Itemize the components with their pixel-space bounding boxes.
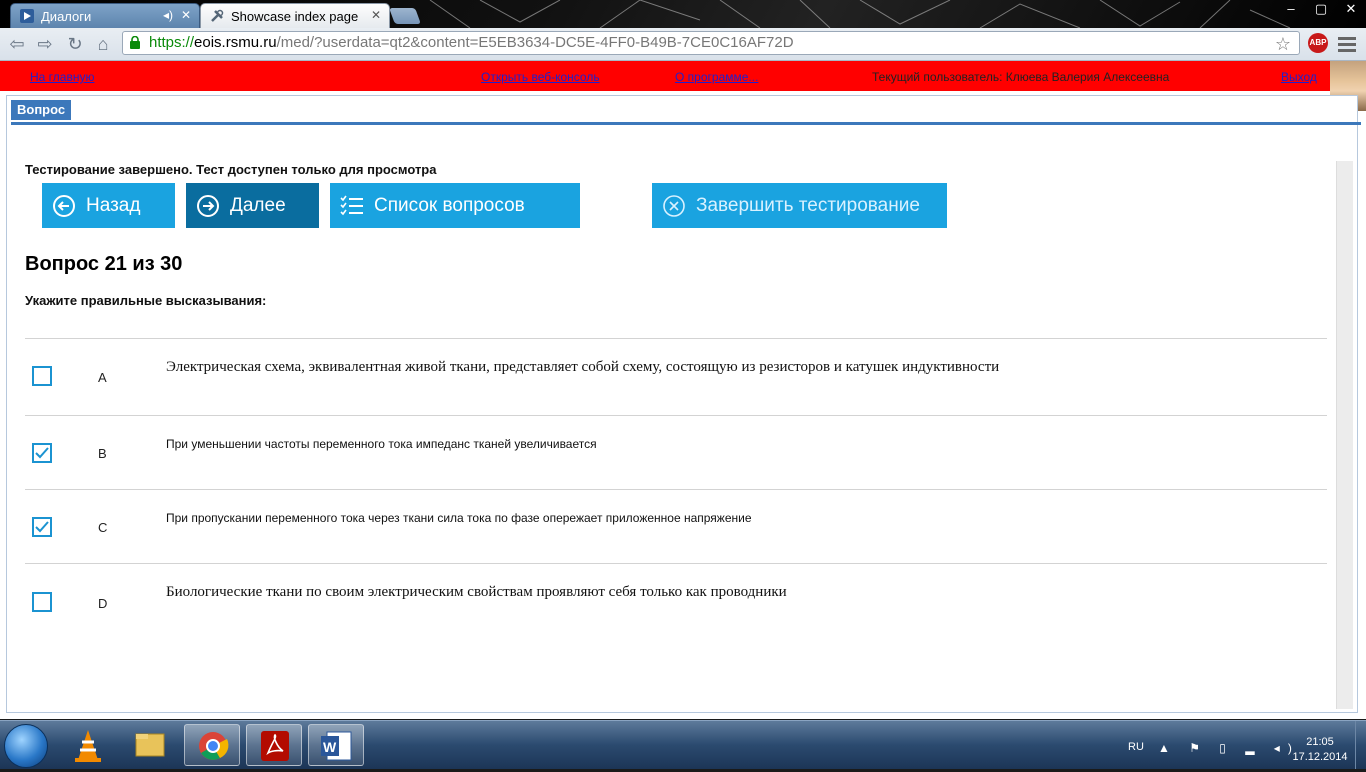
back-button[interactable]: Назад bbox=[42, 183, 175, 228]
arrow-left-circle-icon bbox=[53, 194, 75, 217]
url-path: /med/?userdata=qt2&content=E5EB3634-DC5E… bbox=[276, 34, 794, 51]
file-explorer-icon[interactable] bbox=[122, 724, 178, 766]
checkmark-icon bbox=[35, 521, 49, 533]
url-scheme: https:// bbox=[149, 34, 195, 51]
checkmark-icon bbox=[35, 447, 49, 459]
answer-checkbox-b[interactable] bbox=[32, 443, 52, 463]
answer-text-d: Биологические ткани по своим электрическ… bbox=[166, 584, 787, 600]
svg-text:W: W bbox=[323, 739, 337, 755]
answer-row-c: C При пропускании переменного тока через… bbox=[25, 490, 1327, 562]
browser-menu-icon[interactable] bbox=[1338, 34, 1356, 52]
bookmark-star-icon[interactable]: ☆ bbox=[1275, 33, 1291, 55]
back-button-label: Назад bbox=[86, 194, 141, 216]
finish-testing-button[interactable]: Завершить тестирование bbox=[652, 183, 947, 228]
question-list-button-label: Список вопросов bbox=[374, 194, 525, 216]
logout-link[interactable]: Выход bbox=[1281, 70, 1317, 84]
chrome-icon[interactable] bbox=[184, 724, 240, 766]
word-icon[interactable]: W bbox=[308, 724, 364, 766]
clock-date: 17.12.2014 bbox=[1292, 751, 1348, 763]
answer-label-a: A bbox=[98, 370, 107, 385]
home-icon[interactable]: ⌂ bbox=[92, 33, 114, 55]
address-bar[interactable]: https://eois.rsmu.ru/med/?userdata=qt2&c… bbox=[122, 31, 1300, 55]
close-circle-icon bbox=[663, 194, 685, 217]
adblock-extension-button[interactable]: ABP bbox=[1308, 33, 1328, 53]
answer-text-c: При пропускании переменного тока через т… bbox=[166, 511, 752, 525]
answer-checkbox-c[interactable] bbox=[32, 517, 52, 537]
tab-dialogs[interactable]: Диалоги ◂) ✕ bbox=[10, 3, 200, 28]
browser-toolbar: ⇦ ⇨ ↻ ⌂ https://eois.rsmu.ru/med/?userda… bbox=[0, 28, 1366, 61]
tab-showcase[interactable]: Showcase index page ✕ bbox=[200, 3, 390, 28]
reload-icon[interactable]: ↻ bbox=[64, 33, 86, 55]
answer-label-d: D bbox=[98, 596, 108, 611]
new-tab-button[interactable] bbox=[389, 8, 421, 24]
answer-label-b: B bbox=[98, 446, 107, 461]
about-link[interactable]: О программе... bbox=[675, 70, 758, 84]
maximize-button[interactable]: ▢ bbox=[1306, 0, 1336, 20]
vertical-scrollbar[interactable] bbox=[1336, 161, 1353, 709]
vlc-icon[interactable] bbox=[60, 724, 116, 766]
system-clock[interactable]: 21:05 17.12.2014 bbox=[1285, 735, 1355, 765]
back-arrow-icon[interactable]: ⇦ bbox=[6, 33, 28, 55]
speaker-icon: ◂) bbox=[162, 8, 173, 22]
answer-row-a: A Электрическая схема, эквивалентная жив… bbox=[25, 339, 1327, 411]
forward-arrow-icon[interactable]: ⇨ bbox=[34, 33, 56, 55]
finish-testing-button-label: Завершить тестирование bbox=[696, 194, 920, 216]
acrobat-icon[interactable] bbox=[246, 724, 302, 766]
window-controls: – ▢ ✕ bbox=[1276, 0, 1366, 20]
answer-row-b: B При уменьшении частоты переменного ток… bbox=[25, 416, 1327, 488]
answer-label-c: C bbox=[98, 520, 108, 535]
windows-taskbar: W RU ▲ ⚑ ▯ ▂ ◂) 21:05 17.12.2014 bbox=[0, 720, 1366, 769]
next-button[interactable]: Далее bbox=[186, 183, 319, 228]
show-desktop-button[interactable] bbox=[1355, 721, 1366, 769]
clock-time: 21:05 bbox=[1306, 736, 1334, 748]
lock-icon bbox=[130, 36, 140, 49]
answer-text-a: Электрическая схема, эквивалентная живой… bbox=[166, 359, 1000, 375]
close-tab-icon[interactable]: ✕ bbox=[181, 8, 191, 22]
tools-icon bbox=[211, 9, 224, 22]
answer-checkbox-a[interactable] bbox=[32, 366, 52, 386]
answer-text-b: При уменьшении частоты переменного тока … bbox=[166, 437, 597, 451]
web-console-link[interactable]: Открыть веб-консоль bbox=[481, 70, 600, 84]
browser-titlebar: Диалоги ◂) ✕ Showcase index page ✕ – ▢ ✕ bbox=[0, 0, 1366, 28]
close-window-button[interactable]: ✕ bbox=[1336, 0, 1366, 20]
url-host: eois.rsmu.ru bbox=[194, 34, 277, 51]
question-list-button[interactable]: Список вопросов bbox=[330, 183, 580, 228]
page-viewport: На главную Открыть веб-консоль О програм… bbox=[0, 61, 1366, 719]
next-button-label: Далее bbox=[230, 194, 286, 216]
close-tab-icon[interactable]: ✕ bbox=[371, 8, 381, 22]
start-button-icon[interactable] bbox=[4, 724, 48, 768]
language-indicator[interactable]: RU bbox=[1128, 741, 1144, 753]
home-link[interactable]: На главную bbox=[30, 70, 94, 84]
arrow-right-circle-icon bbox=[197, 194, 219, 217]
checklist-icon bbox=[340, 195, 363, 215]
site-header: На главную Открыть веб-консоль О програм… bbox=[0, 61, 1366, 91]
question-prompt: Укажите правильные высказывания: bbox=[25, 293, 267, 308]
system-tray-icons[interactable]: ▲ ⚑ ▯ ▂ ◂) bbox=[1158, 741, 1300, 755]
tab-title: Showcase index page bbox=[231, 8, 359, 24]
tab-title: Диалоги bbox=[41, 8, 92, 24]
section-tab-question[interactable]: Вопрос bbox=[11, 100, 72, 120]
question-title: Вопрос 21 из 30 bbox=[25, 253, 183, 275]
section-divider bbox=[11, 122, 1361, 125]
current-user-text: Текущий пользователь: Клюева Валерия Але… bbox=[872, 70, 1170, 84]
answer-row-d: D Биологические ткани по своим электриче… bbox=[25, 564, 1327, 636]
answer-checkbox-d[interactable] bbox=[32, 592, 52, 612]
minimize-button[interactable]: – bbox=[1276, 0, 1306, 20]
status-message: Тестирование завершено. Тест доступен то… bbox=[25, 162, 437, 177]
play-icon bbox=[20, 9, 34, 23]
